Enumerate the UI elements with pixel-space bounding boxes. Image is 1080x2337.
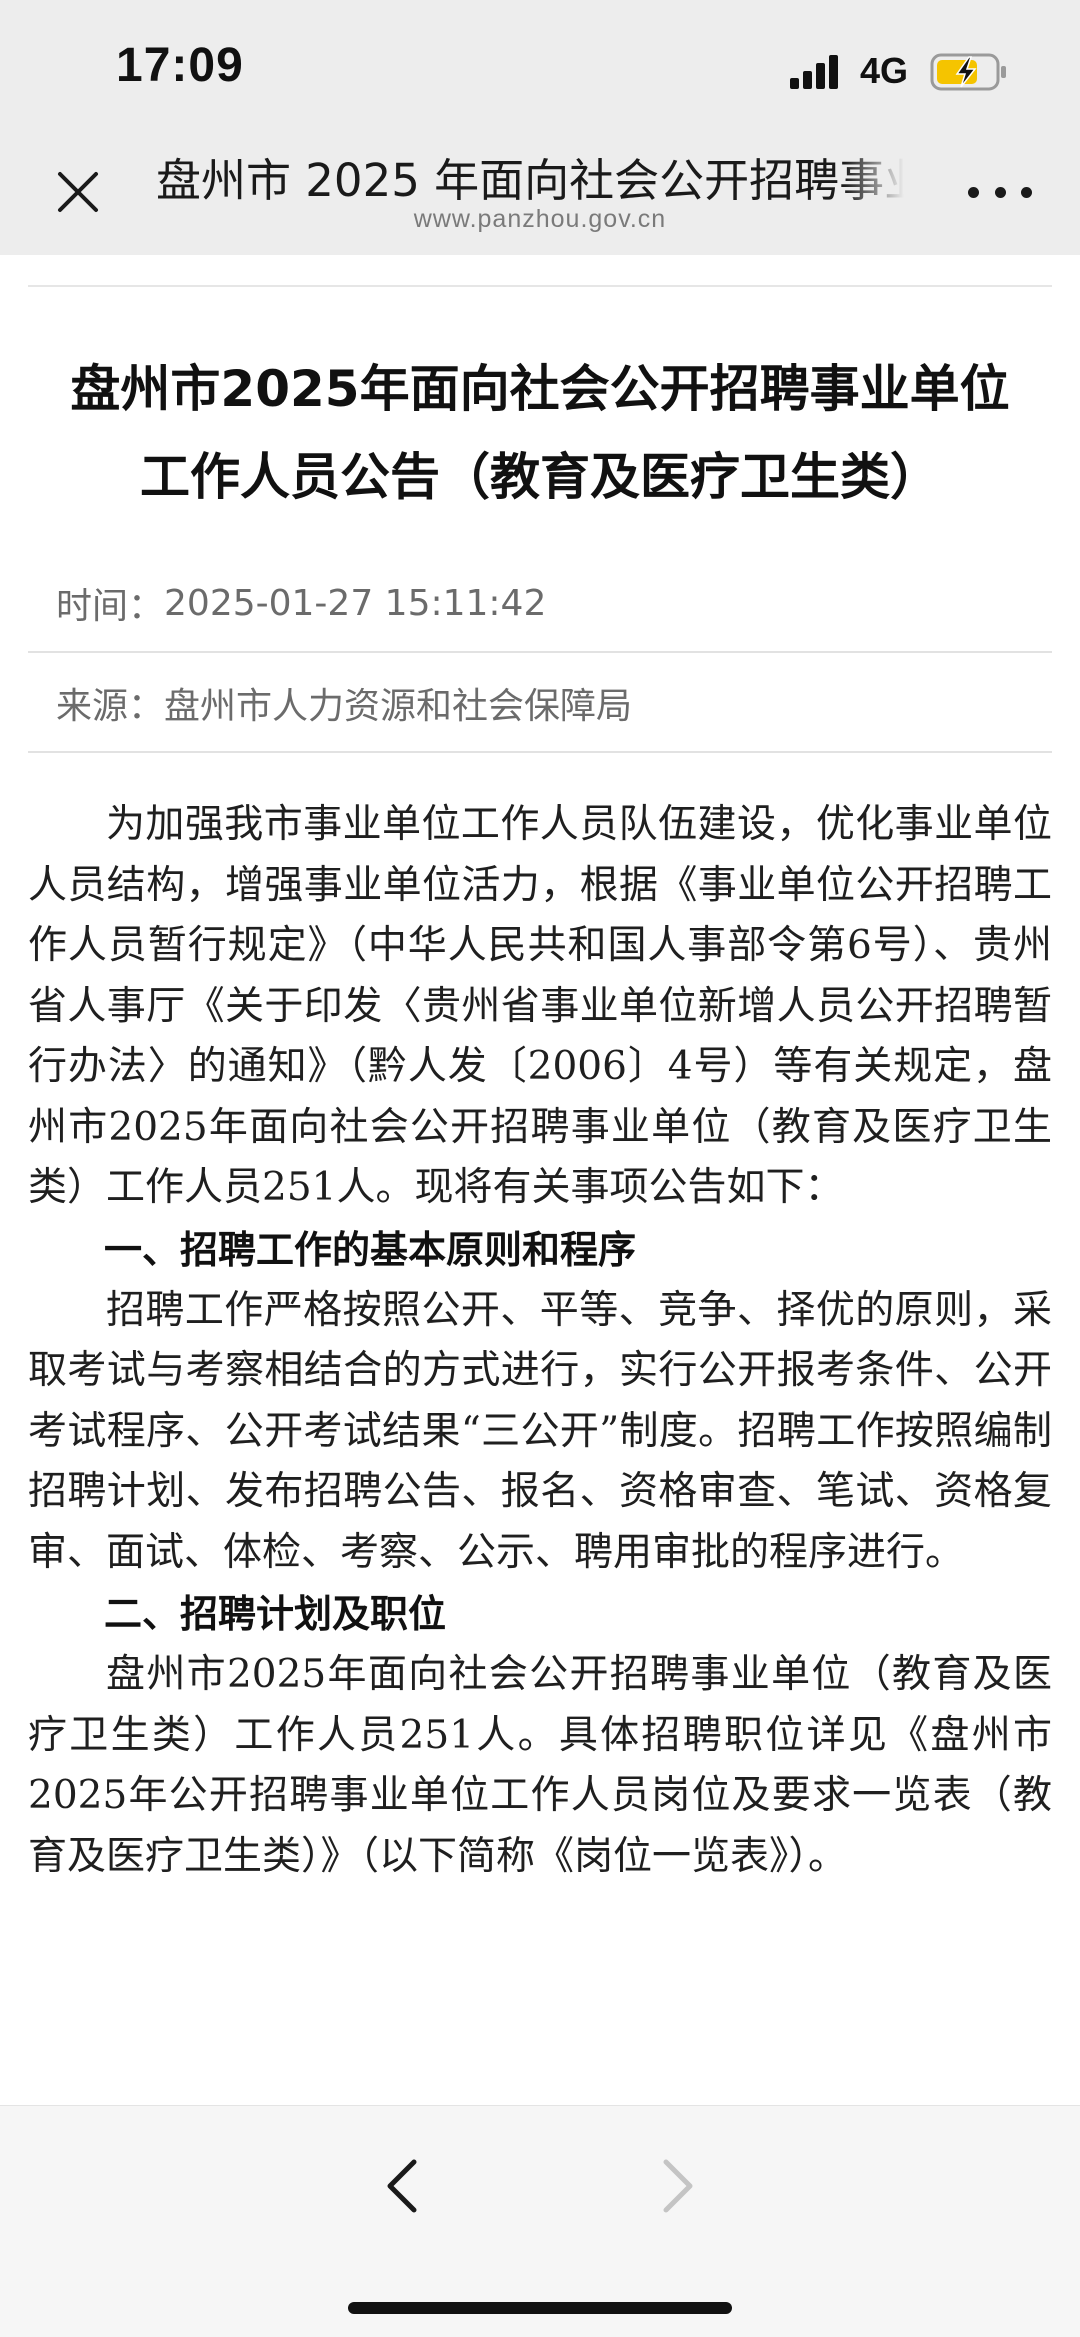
paragraph: 盘州市2025年面向社会公开招聘事业单位（教育及医疗卫生类）工作人员251人。具…: [28, 1652, 1052, 1879]
article-title-line: 工作人员公告（教育及医疗卫生类）: [140, 448, 940, 506]
forward-button[interactable]: [646, 2146, 710, 2226]
nav-url: www.panzhou.gov.cn: [413, 205, 667, 233]
top-bar: 17:09 4G 盘州市 2025 年面向社会公开招聘事业单位工作人员公告（教育…: [0, 0, 1080, 255]
network-type: 4G: [860, 50, 909, 91]
browser-screen: 17:09 4G 盘州市 2025 年面向社会公开招聘事业单位工作人员公告（教育…: [0, 0, 1080, 2337]
back-arrow-icon: [387, 2159, 417, 2213]
publish-time-value: 2025-01-27 15:11:42: [164, 582, 547, 624]
more-button[interactable]: [968, 172, 1032, 212]
source-label: 来源：: [56, 686, 165, 727]
publish-time: 时间： 2025-01-27 15:11:42: [28, 555, 1052, 653]
article-title: 盘州市2025年面向社会公开招聘事业单位 工作人员公告（教育及医疗卫生类）: [28, 345, 1052, 521]
publish-time-label: 时间：: [56, 586, 165, 627]
paragraph: 招聘工作严格按照公开、平等、竞争、择优的原则，采取考试与考察相结合的方式进行，实…: [28, 1287, 1052, 1575]
article-title-line: 盘州市2025年面向社会公开招聘事业单位: [70, 360, 1010, 418]
section-heading: 二、招聘计划及职位: [104, 1592, 447, 1636]
signal-icon: [790, 55, 838, 89]
paragraph: 为加强我市事业单位工作人员队伍建设，优化事业单位人员结构，增强事业单位活力，根据…: [28, 802, 1052, 1210]
source-value: 盘州市人力资源和社会保障局: [164, 686, 633, 727]
nav-title: 盘州市 2025 年面向社会公开招聘事业单位工作人员公告（教育及医疗卫生类）: [156, 154, 904, 207]
more-icon: [968, 186, 979, 198]
more-icon: [1021, 186, 1032, 198]
status-time: 17:09: [116, 39, 244, 92]
battery-charging-icon: [930, 53, 1006, 91]
article-body: 为加强我市事业单位工作人员队伍建设，优化事业单位人员结构，增强事业单位活力，根据…: [28, 795, 1052, 1887]
section-heading: 一、招聘工作的基本原则和程序: [104, 1227, 637, 1272]
forward-arrow-icon: [663, 2159, 693, 2213]
bottom-toolbar: [0, 2105, 1080, 2337]
more-icon: [994, 186, 1006, 198]
home-indicator[interactable]: [348, 2302, 732, 2314]
divider: [28, 285, 1052, 287]
back-button[interactable]: [370, 2146, 434, 2226]
article-source: 来源： 盘州市人力资源和社会保障局: [28, 655, 1052, 753]
